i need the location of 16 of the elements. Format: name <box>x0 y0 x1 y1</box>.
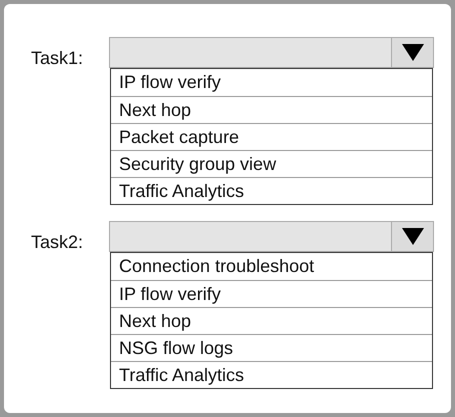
dropdown-option[interactable]: NSG flow logs <box>111 334 432 361</box>
dropdown-field[interactable] <box>109 221 434 252</box>
dropdown-field[interactable] <box>109 37 434 68</box>
task-label: Task2: <box>30 231 84 254</box>
dropdown-option[interactable]: IP flow verify <box>111 280 432 307</box>
dropdown-option[interactable]: Connection troubleshoot <box>111 253 432 280</box>
dropdown-option[interactable]: Traffic Analytics <box>111 361 432 388</box>
task-label: Task1: <box>30 47 84 70</box>
dropdown-option[interactable]: Security group view <box>111 150 432 177</box>
dropdown-arrow-icon[interactable] <box>402 228 424 245</box>
dropdown-option[interactable]: Packet capture <box>111 123 432 150</box>
dropdown-option[interactable]: Next hop <box>111 96 432 123</box>
dropdown-option[interactable]: Next hop <box>111 307 432 334</box>
dropdown-option[interactable]: Traffic Analytics <box>111 177 432 204</box>
dropdown-arrow-icon[interactable] <box>402 44 424 61</box>
dropdown-option[interactable]: IP flow verify <box>111 69 432 96</box>
